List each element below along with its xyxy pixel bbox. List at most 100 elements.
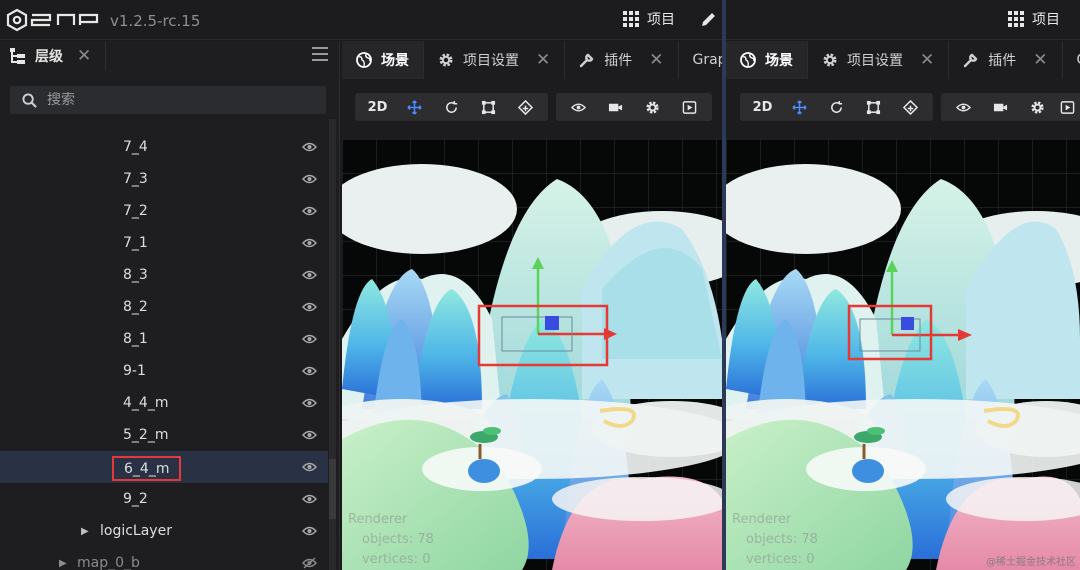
scene-viewport[interactable]: Renderer objects: 78 vertices: 0 @稀土掘金技术… <box>726 139 1080 570</box>
gear-icon <box>1031 100 1044 114</box>
close-icon[interactable]: ✕ <box>77 46 91 66</box>
pencil-icon[interactable] <box>700 10 718 28</box>
gear-icon <box>646 100 659 114</box>
eye-off-icon[interactable] <box>302 557 317 569</box>
eye-icon[interactable] <box>302 397 317 409</box>
eye-icon[interactable] <box>302 173 317 185</box>
hierarchy-scrollbar[interactable] <box>329 119 336 570</box>
tree-row[interactable]: ▶ map_0_b <box>0 547 328 570</box>
preview-button[interactable] <box>671 93 708 121</box>
pane-tabs: 场景 项目设置 ✕ 插件 ✕ G <box>726 41 1080 79</box>
eye-icon[interactable] <box>302 269 317 281</box>
tree-row[interactable]: 8_2 <box>0 291 328 323</box>
close-icon[interactable]: ✕ <box>649 50 663 70</box>
move-icon <box>792 99 807 115</box>
tree-row[interactable]: 5_2_m <box>0 419 328 451</box>
hierarchy-icon <box>10 48 25 64</box>
scene-settings-button[interactable] <box>634 93 671 121</box>
eye-icon[interactable] <box>302 429 317 441</box>
tab-project-settings[interactable]: 项目设置 ✕ <box>808 41 950 79</box>
tab-graph[interactable]: G <box>1063 41 1080 79</box>
anchor-tool-button[interactable] <box>507 93 544 121</box>
search-box[interactable] <box>10 86 326 114</box>
project-menu-label: 项目 <box>1032 12 1060 28</box>
tree-row-label: 8_3 <box>123 267 148 283</box>
tab-plugins[interactable]: 插件 ✕ <box>949 41 1063 79</box>
eye-icon[interactable] <box>302 461 317 473</box>
eye-icon[interactable] <box>302 525 317 537</box>
scene-canvas <box>342 139 722 570</box>
tab-scene[interactable]: 场景 <box>342 41 424 79</box>
camera-button[interactable] <box>982 93 1019 121</box>
eye-icon[interactable] <box>302 365 317 377</box>
tree-row[interactable]: 4_4_m <box>0 387 328 419</box>
tree-row-label: 6_4_m <box>112 456 182 481</box>
eye-icon[interactable] <box>302 333 317 345</box>
tree-row[interactable]: 7_4 <box>0 131 328 163</box>
tab-scene[interactable]: 场景 <box>726 41 808 79</box>
stats-objects-value: 78 <box>417 532 434 547</box>
tab-project-settings[interactable]: 项目设置 ✕ <box>424 41 566 79</box>
tree-row[interactable]: 9-1 <box>0 355 328 387</box>
tab-plugins-label: 插件 <box>988 53 1017 69</box>
scene-toolbar: 2D <box>355 93 712 121</box>
close-icon[interactable]: ✕ <box>920 50 934 70</box>
stats-objects-value: 78 <box>801 532 818 547</box>
tree-row-label: 7_1 <box>123 235 148 251</box>
scale-tool-button[interactable] <box>855 93 892 121</box>
tree-row-label: 5_2_m <box>123 427 169 443</box>
scene-viewport[interactable]: Renderer objects: 78 vertices: 0 <box>342 139 722 570</box>
tab-graph[interactable]: Grapl <box>679 41 723 79</box>
tab-project-settings-label: 项目设置 <box>463 53 519 69</box>
close-icon[interactable]: ✕ <box>1033 50 1047 70</box>
tree-row[interactable]: 8_3 <box>0 259 328 291</box>
eye-icon[interactable] <box>302 141 317 153</box>
move-tool-button[interactable] <box>396 93 433 121</box>
tab-graph-label: Grapl <box>692 52 723 68</box>
eye-icon[interactable] <box>302 301 317 313</box>
move-icon <box>407 99 422 115</box>
scene-pane-right: 场景 项目设置 ✕ 插件 ✕ G 2D <box>726 41 1080 570</box>
tree-row[interactable]: 7_3 <box>0 163 328 195</box>
eye-icon[interactable] <box>302 237 317 249</box>
menu-icon[interactable] <box>312 47 328 61</box>
tree-row[interactable]: ▶ logicLayer <box>0 515 328 547</box>
tab-plugins[interactable]: 插件 ✕ <box>565 41 679 79</box>
camera-button[interactable] <box>597 93 634 121</box>
eye-icon[interactable] <box>302 493 317 505</box>
expand-arrow-icon[interactable]: ▶ <box>81 526 89 537</box>
eye-icon[interactable] <box>302 205 317 217</box>
stats-vertices-value: 0 <box>422 552 431 567</box>
tree-row[interactable]: 9_2 <box>0 483 328 515</box>
tree-row-label: map_0_b <box>77 555 140 570</box>
preview-button[interactable] <box>1056 93 1078 121</box>
expand-arrow-icon[interactable]: ▶ <box>59 558 67 569</box>
wrench-icon <box>580 53 594 68</box>
scene-settings-button[interactable] <box>1019 93 1056 121</box>
tree-row[interactable]: 8_1 <box>0 323 328 355</box>
tab-hierarchy-label: 层级 <box>35 49 63 65</box>
project-menu-button-right[interactable]: 项目 <box>1008 9 1060 29</box>
rotate-tool-button[interactable] <box>433 93 470 121</box>
mode-2d-button[interactable]: 2D <box>359 93 396 121</box>
tree-row[interactable]: 7_2 <box>0 195 328 227</box>
scene-pane-left: 场景 项目设置 ✕ 插件 ✕ Grapl 2D <box>342 41 722 570</box>
scale-tool-button[interactable] <box>470 93 507 121</box>
tab-hierarchy[interactable]: 层级 ✕ <box>0 41 106 71</box>
close-icon[interactable]: ✕ <box>536 50 550 70</box>
globe-icon <box>356 52 372 68</box>
stats-objects-label: objects: <box>362 532 414 547</box>
rotate-tool-button[interactable] <box>818 93 855 121</box>
visibility-button[interactable] <box>560 93 597 121</box>
tree-row-selected[interactable]: 6_4_m <box>0 451 328 483</box>
app-version: v1.2.5-rc.15 <box>110 12 201 30</box>
visibility-button[interactable] <box>945 93 982 121</box>
move-tool-button[interactable] <box>781 93 818 121</box>
project-menu-button[interactable]: 项目 <box>623 9 675 29</box>
anchor-tool-button[interactable] <box>892 93 929 121</box>
tree-row[interactable]: 7_1 <box>0 227 328 259</box>
mode-2d-button[interactable]: 2D <box>744 93 781 121</box>
view-tools <box>941 93 1080 121</box>
search-input[interactable] <box>47 92 307 108</box>
tab-plugins-label: 插件 <box>604 53 633 69</box>
